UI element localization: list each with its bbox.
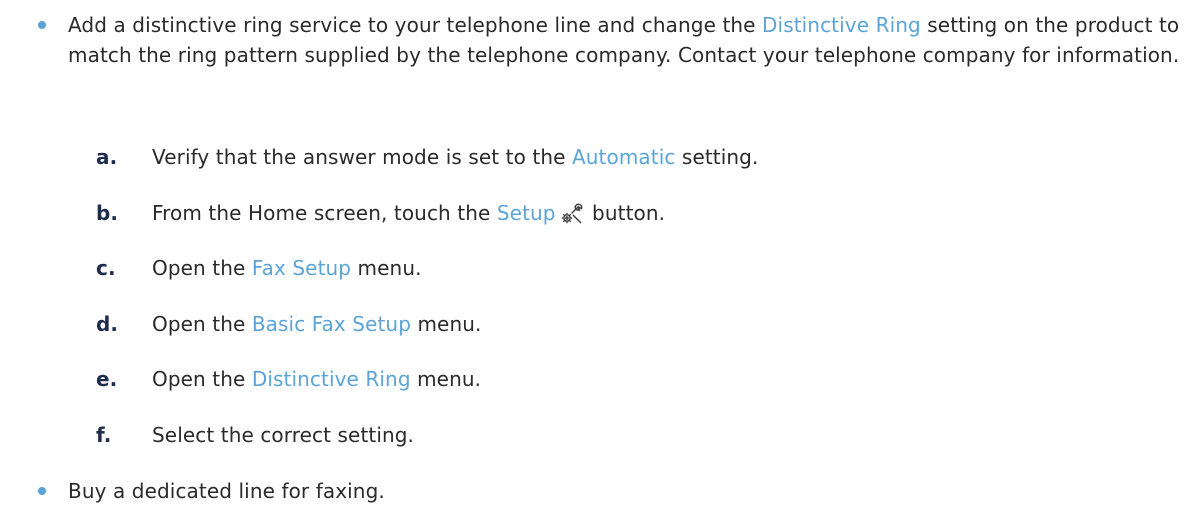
bullet-marker bbox=[38, 487, 46, 495]
setup-icon bbox=[560, 203, 584, 225]
step-text: Open the Fax Setup menu. bbox=[152, 253, 422, 283]
final-bullet-text: Buy a dedicated line for faxing. bbox=[68, 479, 385, 503]
step-text-after: button. bbox=[585, 201, 666, 225]
step-text-before: From the Home screen, touch the bbox=[152, 201, 497, 225]
automatic-link[interactable]: Automatic bbox=[572, 145, 675, 169]
step-letter: d. bbox=[96, 312, 119, 336]
step-text: From the Home screen, touch the Setup bu… bbox=[152, 198, 665, 228]
step-letter: a. bbox=[96, 145, 118, 169]
step-letter: b. bbox=[96, 201, 119, 225]
step-text: Open the Distinctive Ring menu. bbox=[152, 364, 481, 394]
step-text-before: Open the bbox=[152, 256, 252, 280]
step-text-after: menu. bbox=[351, 256, 422, 280]
basic-fax-setup-link[interactable]: Basic Fax Setup bbox=[252, 312, 411, 336]
distinctive-ring-link[interactable]: Distinctive Ring bbox=[762, 13, 921, 37]
step-text-before: Open the bbox=[152, 312, 252, 336]
step-text-after: menu. bbox=[410, 367, 482, 391]
step-letter: c. bbox=[96, 256, 116, 280]
step-letter: f. bbox=[96, 423, 112, 447]
fax-setup-link[interactable]: Fax Setup bbox=[252, 256, 351, 280]
bullet-marker bbox=[38, 21, 46, 29]
intro-text-before: Add a distinctive ring service to your t… bbox=[68, 13, 763, 37]
step-text-after: setting. bbox=[675, 145, 759, 169]
setup-link[interactable]: Setup bbox=[497, 201, 556, 225]
distinctive-ring-menu-link[interactable]: Distinctive Ring bbox=[252, 367, 411, 391]
step-text: Open the Basic Fax Setup menu. bbox=[152, 309, 481, 339]
step-text: Select the correct setting. bbox=[152, 423, 415, 447]
step-letter: e. bbox=[96, 367, 118, 391]
step-text: Verify that the answer mode is set to th… bbox=[152, 142, 758, 172]
intro-paragraph: Add a distinctive ring service to your t… bbox=[68, 10, 1192, 70]
step-text-after: menu. bbox=[411, 312, 482, 336]
step-text-before: Open the bbox=[152, 367, 252, 391]
step-text-before: Verify that the answer mode is set to th… bbox=[152, 145, 572, 169]
